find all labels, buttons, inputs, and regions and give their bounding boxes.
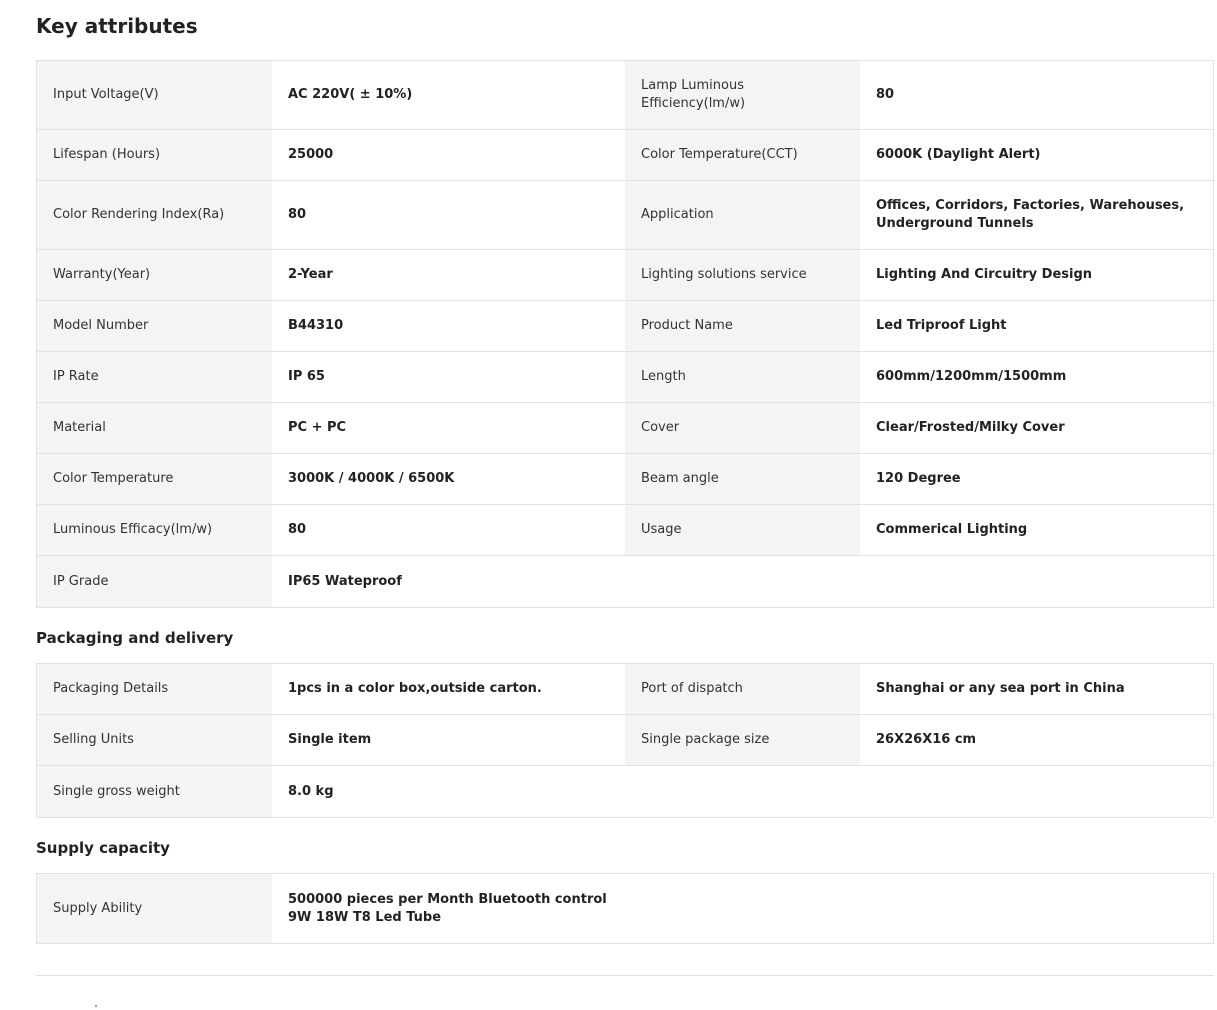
table-row: Supply Ability 500000 pieces per Month B… [37, 874, 1213, 943]
attribute-label: Luminous Efficacy(lm/w) [37, 505, 272, 555]
attribute-label: Supply Ability [37, 874, 272, 943]
table-row: Color Temperature 3000K / 4000K / 6500K … [37, 454, 1213, 505]
attribute-value: AC 220V( ± 10%) [272, 61, 625, 129]
table-row: Single gross weight 8.0 kg [37, 766, 1213, 817]
attribute-label: IP Grade [37, 556, 272, 607]
attribute-label: Single gross weight [37, 766, 272, 817]
attribute-label: Lamp Luminous Efficiency(lm/w) [625, 61, 860, 129]
attribute-label: Single package size [625, 715, 860, 765]
attribute-value: Shanghai or any sea port in China [860, 664, 1213, 714]
table-row: IP Grade IP65 Wateproof [37, 556, 1213, 607]
attribute-value: 120 Degree [860, 454, 1213, 504]
table-row: Model Number B44310 Product Name Led Tri… [37, 301, 1213, 352]
table-row: Selling Units Single item Single package… [37, 715, 1213, 766]
table-row: Color Rendering Index(Ra) 80 Application… [37, 181, 1213, 250]
packaging-delivery-title: Packaging and delivery [36, 629, 234, 647]
attribute-label: Color Rendering Index(Ra) [37, 181, 272, 249]
attribute-value: 2-Year [272, 250, 625, 300]
attribute-label: Length [625, 352, 860, 402]
attribute-label: Lighting solutions service [625, 250, 860, 300]
attribute-label: Material [37, 403, 272, 453]
attribute-value: 80 [272, 505, 625, 555]
attribute-value: 6000K (Daylight Alert) [860, 130, 1213, 180]
attribute-value: Clear/Frosted/Milky Cover [860, 403, 1213, 453]
table-row: Input Voltage(V) AC 220V( ± 10%) Lamp Lu… [37, 61, 1213, 130]
attribute-value: Single item [272, 715, 625, 765]
attribute-value: 25000 [272, 130, 625, 180]
supply-capacity-title: Supply capacity [36, 839, 170, 857]
attribute-label: Packaging Details [37, 664, 272, 714]
attribute-value-text: 500000 pieces per Month Bluetooth contro… [288, 891, 607, 925]
attribute-value: Commerical Lighting [860, 505, 1213, 555]
attribute-label: Model Number [37, 301, 272, 351]
attribute-value: 8.0 kg [272, 766, 625, 817]
table-row: Packaging Details 1pcs in a color box,ou… [37, 664, 1213, 715]
table-row: Luminous Efficacy(lm/w) 80 Usage Commeri… [37, 505, 1213, 556]
attribute-value: 3000K / 4000K / 6500K [272, 454, 625, 504]
attribute-value: 80 [860, 61, 1213, 129]
attribute-label: Port of dispatch [625, 664, 860, 714]
attribute-value: IP65 Wateproof [272, 556, 625, 607]
attribute-label: Beam angle [625, 454, 860, 504]
attribute-value: Led Triproof Light [860, 301, 1213, 351]
section-divider [36, 975, 1214, 976]
attribute-label: Selling Units [37, 715, 272, 765]
empty-cell [625, 766, 860, 817]
table-row: IP Rate IP 65 Length 600mm/1200mm/1500mm [37, 352, 1213, 403]
attribute-value: B44310 [272, 301, 625, 351]
table-row: Warranty(Year) 2-Year Lighting solutions… [37, 250, 1213, 301]
attribute-value: 1pcs in a color box,outside carton. [272, 664, 625, 714]
attribute-label: IP Rate [37, 352, 272, 402]
attribute-label: Color Temperature(CCT) [625, 130, 860, 180]
key-attributes-table: Input Voltage(V) AC 220V( ± 10%) Lamp Lu… [36, 60, 1214, 608]
attribute-value: Lighting And Circuitry Design [860, 250, 1213, 300]
attribute-value: IP 65 [272, 352, 625, 402]
table-row: Material PC + PC Cover Clear/Frosted/Mil… [37, 403, 1213, 454]
attribute-label: Cover [625, 403, 860, 453]
empty-cell [860, 556, 1213, 607]
attribute-label: Color Temperature [37, 454, 272, 504]
attribute-label: Warranty(Year) [37, 250, 272, 300]
empty-cell [860, 766, 1213, 817]
attribute-value: 80 [272, 181, 625, 249]
supply-capacity-table: Supply Ability 500000 pieces per Month B… [36, 873, 1214, 944]
attribute-label: Product Name [625, 301, 860, 351]
attribute-value: PC + PC [272, 403, 625, 453]
attribute-value: 600mm/1200mm/1500mm [860, 352, 1213, 402]
attribute-label: Input Voltage(V) [37, 61, 272, 129]
key-attributes-title: Key attributes [36, 14, 198, 38]
table-row: Lifespan (Hours) 25000 Color Temperature… [37, 130, 1213, 181]
empty-cell [625, 556, 860, 607]
attribute-value: 26X26X16 cm [860, 715, 1213, 765]
attribute-value-text: Offices, Corridors, Factories, Warehouse… [876, 198, 1185, 231]
attribute-label: Lifespan (Hours) [37, 130, 272, 180]
packaging-delivery-table: Packaging Details 1pcs in a color box,ou… [36, 663, 1214, 818]
attribute-label: Usage [625, 505, 860, 555]
attribute-value: 500000 pieces per Month Bluetooth contro… [272, 874, 1213, 943]
attribute-label-text: Lamp Luminous Efficiency(lm/w) [641, 78, 746, 111]
attribute-value: Offices, Corridors, Factories, Warehouse… [860, 181, 1213, 249]
next-section-fragment [95, 1005, 97, 1007]
attribute-label: Application [625, 181, 860, 249]
